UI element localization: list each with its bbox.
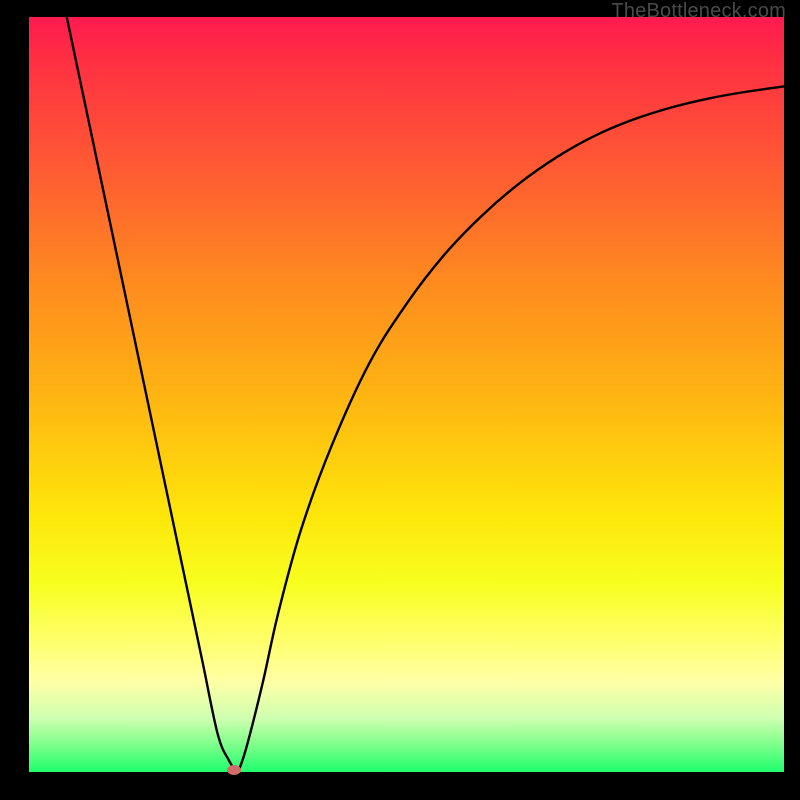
chart-gradient-background — [29, 17, 784, 772]
chart-frame — [29, 17, 784, 772]
